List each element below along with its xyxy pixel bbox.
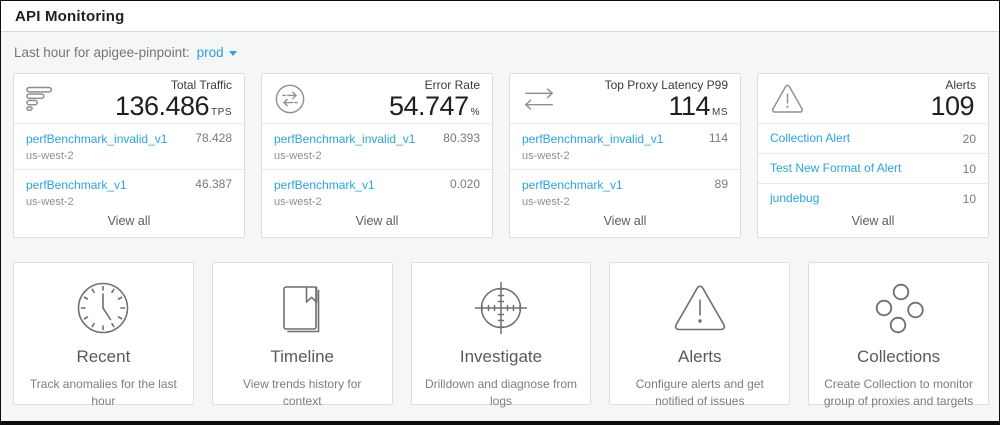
top-bar: API Monitoring [1, 1, 999, 32]
stat-card-alerts: Alerts 109 Collection Alert 20 Test New … [757, 73, 989, 238]
proxy-region: us-west-2 [522, 150, 663, 162]
stat-card-rows: Collection Alert 20 Test New Format of A… [758, 124, 988, 206]
alert-link[interactable]: jundebug [770, 191, 819, 205]
stat-card-title: Error Rate [389, 78, 480, 92]
environment-value: prod [197, 45, 224, 60]
clock-icon [14, 279, 193, 337]
stat-card-unit: % [471, 107, 480, 118]
collections-circles-icon [809, 279, 988, 337]
proxy-link[interactable]: perfBenchmark_invalid_v1 [522, 132, 663, 146]
table-row: perfBenchmark_v1 us-west-2 89 [510, 169, 740, 206]
stat-card-unit: MS [712, 107, 728, 118]
view-all-link[interactable]: View all [758, 206, 988, 237]
proxy-link[interactable]: perfBenchmark_v1 [274, 178, 375, 192]
table-row: perfBenchmark_v1 us-west-2 46.387 [14, 169, 244, 206]
view-all-link[interactable]: View all [262, 206, 492, 237]
row-value: 80.393 [443, 131, 480, 145]
row-value: 78.428 [195, 131, 232, 145]
environment-dropdown[interactable]: prod [197, 45, 237, 60]
nav-card-description: Track anomalies for the last hour [26, 376, 181, 411]
view-all-link[interactable]: View all [14, 206, 244, 237]
alert-link[interactable]: Test New Format of Alert [770, 161, 901, 175]
row-value: 114 [709, 131, 728, 145]
table-row: jundebug 10 [758, 183, 988, 206]
warning-triangle-icon [770, 83, 805, 114]
stat-card-header: Alerts 109 [758, 74, 988, 124]
row-value: 46.387 [195, 177, 232, 191]
stat-card-value: 54.747 [389, 91, 469, 121]
nav-card-collections[interactable]: Collections Create Collection to monitor… [808, 262, 989, 405]
stat-card-header: Error Rate 54.747% [262, 74, 492, 124]
proxy-region: us-west-2 [274, 150, 415, 162]
nav-card-description: Drilldown and diagnose from logs [424, 376, 579, 411]
table-row: perfBenchmark_invalid_v1 us-west-2 114 [510, 124, 740, 169]
environment-label: Last hour for apigee-pinpoint: [14, 45, 190, 60]
row-value: 89 [715, 177, 728, 191]
nav-card-description: View trends history for context [225, 376, 380, 411]
nav-card-title: Collections [809, 347, 988, 367]
chevron-down-icon [229, 51, 237, 56]
nav-card-title: Recent [14, 347, 193, 367]
stat-card-latency: Top Proxy Latency P99 114MS perfBenchmar… [509, 73, 741, 238]
latency-arrows-icon [522, 86, 556, 112]
table-row: Collection Alert 20 [758, 124, 988, 153]
proxy-region: us-west-2 [522, 196, 623, 206]
row-value: 0.020 [450, 177, 480, 191]
nav-card-recent[interactable]: Recent Track anomalies for the last hour [13, 262, 194, 405]
stat-card-header: Total Traffic 136.486TPS [14, 74, 244, 124]
stat-card-value: 114 [668, 91, 710, 121]
error-exchange-icon [274, 83, 306, 115]
table-row: perfBenchmark_invalid_v1 us-west-2 78.42… [14, 124, 244, 169]
environment-selector-row: Last hour for apigee-pinpoint: prod [1, 32, 999, 69]
stat-card-rows: perfBenchmark_invalid_v1 us-west-2 114 p… [510, 124, 740, 206]
traffic-bars-icon [26, 86, 56, 111]
nav-cards-row: Recent Track anomalies for the last hour… [1, 238, 999, 405]
nav-card-title: Alerts [610, 347, 789, 367]
table-row: Test New Format of Alert 10 [758, 153, 988, 183]
crosshair-icon [412, 279, 591, 337]
proxy-link[interactable]: perfBenchmark_v1 [522, 178, 623, 192]
stat-card-error-rate: Error Rate 54.747% perfBenchmark_invalid… [261, 73, 493, 238]
proxy-link[interactable]: perfBenchmark_invalid_v1 [26, 132, 167, 146]
row-value: 20 [963, 132, 976, 146]
stats-row: Total Traffic 136.486TPS perfBenchmark_i… [1, 69, 999, 238]
stat-card-title: Total Traffic [115, 78, 232, 92]
stat-card-rows: perfBenchmark_invalid_v1 us-west-2 78.42… [14, 124, 244, 206]
stat-card-total-traffic: Total Traffic 136.486TPS perfBenchmark_i… [13, 73, 245, 238]
nav-card-investigate[interactable]: Investigate Drilldown and diagnose from … [411, 262, 592, 405]
nav-card-timeline[interactable]: Timeline View trends history for context [212, 262, 393, 405]
api-monitoring-page: API Monitoring Last hour for apigee-pinp… [0, 0, 1000, 425]
stat-card-title: Top Proxy Latency P99 [605, 78, 728, 92]
nav-card-description: Configure alerts and get notified of iss… [622, 376, 777, 411]
view-all-link[interactable]: View all [510, 206, 740, 237]
page-title: API Monitoring [15, 8, 124, 25]
stat-card-value: 136.486 [115, 91, 209, 121]
proxy-region: us-west-2 [26, 196, 127, 206]
row-value: 10 [963, 192, 976, 206]
proxy-region: us-west-2 [26, 150, 167, 162]
stat-card-rows: perfBenchmark_invalid_v1 us-west-2 80.39… [262, 124, 492, 206]
alert-link[interactable]: Collection Alert [770, 131, 850, 145]
stat-card-header: Top Proxy Latency P99 114MS [510, 74, 740, 124]
proxy-link[interactable]: perfBenchmark_invalid_v1 [274, 132, 415, 146]
stat-card-title: Alerts [930, 78, 976, 92]
row-value: 10 [963, 162, 976, 176]
nav-card-title: Investigate [412, 347, 591, 367]
stat-card-unit: TPS [211, 107, 232, 118]
table-row: perfBenchmark_v1 us-west-2 0.020 [262, 169, 492, 206]
book-icon [213, 279, 392, 337]
nav-card-alerts[interactable]: Alerts Configure alerts and get notified… [609, 262, 790, 405]
stat-card-value: 109 [930, 91, 974, 121]
warning-triangle-icon [610, 279, 789, 337]
table-row: perfBenchmark_invalid_v1 us-west-2 80.39… [262, 124, 492, 169]
proxy-region: us-west-2 [274, 196, 375, 206]
nav-card-title: Timeline [213, 347, 392, 367]
proxy-link[interactable]: perfBenchmark_v1 [26, 178, 127, 192]
nav-card-description: Create Collection to monitor group of pr… [821, 376, 976, 411]
